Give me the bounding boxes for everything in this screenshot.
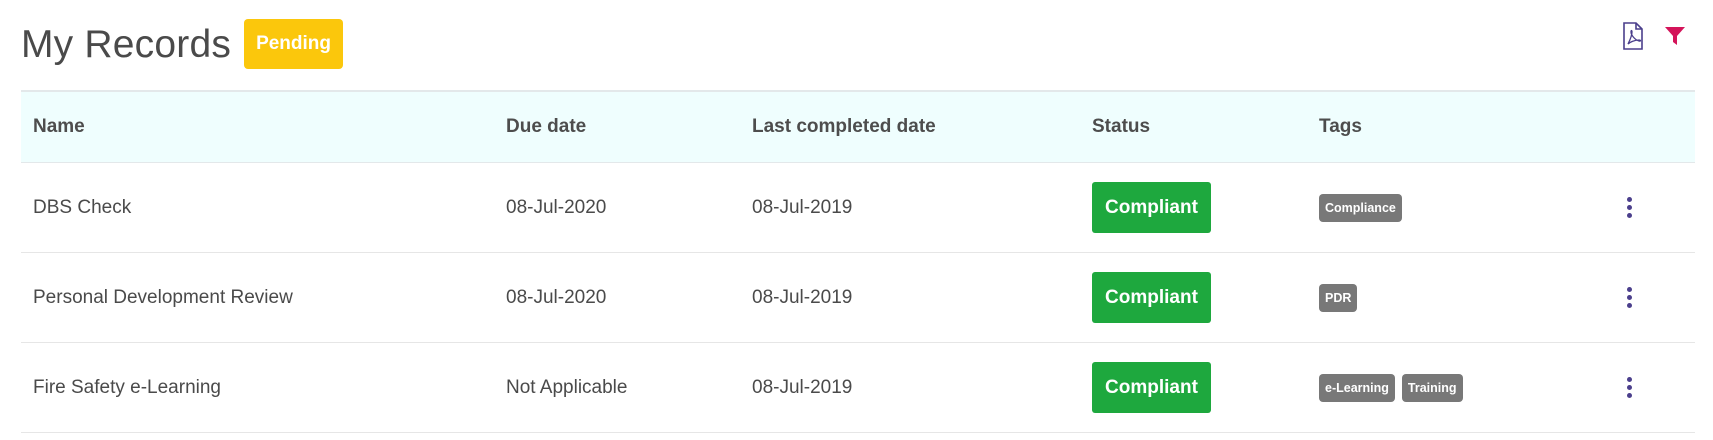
- tag-badge: e-Learning: [1319, 373, 1395, 402]
- status-badge: Compliant: [1092, 182, 1211, 233]
- tag-badge: Training: [1401, 373, 1463, 402]
- tag-badge: PDR: [1319, 283, 1358, 312]
- tags-cell: e-Learning Training: [1319, 343, 1470, 432]
- pdf-export-button[interactable]: [1620, 21, 1646, 51]
- status-cell: Compliant: [1092, 253, 1211, 342]
- page-title: My Records: [21, 22, 232, 66]
- column-header-name[interactable]: Name: [33, 92, 85, 162]
- pending-badge[interactable]: Pending: [244, 19, 344, 69]
- tags-cell: Compliance: [1319, 163, 1409, 252]
- last-completed-date: 08-Jul-2019: [752, 376, 853, 398]
- column-header-tags[interactable]: Tags: [1319, 92, 1362, 162]
- due-date: 08-Jul-2020: [506, 196, 607, 218]
- last-completed-date: 08-Jul-2019: [752, 196, 853, 218]
- more-options-icon[interactable]: [1619, 283, 1639, 313]
- records-table: Name Due date Last completed date Status…: [21, 90, 1695, 433]
- more-options-icon[interactable]: [1619, 373, 1639, 403]
- column-header-last-completed[interactable]: Last completed date: [752, 92, 936, 162]
- column-header-due-date[interactable]: Due date: [506, 92, 586, 162]
- status-badge: Compliant: [1092, 362, 1211, 413]
- record-name[interactable]: Fire Safety e-Learning: [33, 343, 221, 432]
- pdf-file-icon: [1623, 22, 1643, 50]
- status-cell: Compliant: [1092, 163, 1211, 252]
- record-name[interactable]: DBS Check: [33, 163, 131, 252]
- table-row[interactable]: Fire Safety e-Learning Not Applicable 08…: [21, 343, 1695, 433]
- due-date: Not Applicable: [506, 376, 628, 398]
- filter-button[interactable]: [1662, 21, 1688, 51]
- table-header: Name Due date Last completed date Status…: [21, 90, 1695, 163]
- column-header-status[interactable]: Status: [1092, 92, 1150, 162]
- tag-badge: Compliance: [1319, 193, 1402, 222]
- status-cell: Compliant: [1092, 343, 1211, 432]
- filter-icon: [1665, 27, 1685, 45]
- row-menu-cell: [1619, 343, 1639, 432]
- last-completed-date: 08-Jul-2019: [752, 286, 853, 308]
- table-row[interactable]: Personal Development Review 08-Jul-2020 …: [21, 253, 1695, 343]
- record-name[interactable]: Personal Development Review: [33, 253, 293, 342]
- row-menu-cell: [1619, 253, 1639, 342]
- table-row[interactable]: DBS Check 08-Jul-2020 08-Jul-2019 Compli…: [21, 163, 1695, 253]
- due-date: 08-Jul-2020: [506, 286, 607, 308]
- status-badge: Compliant: [1092, 272, 1211, 323]
- tags-cell: PDR: [1319, 253, 1364, 342]
- more-options-icon[interactable]: [1619, 193, 1639, 223]
- row-menu-cell: [1619, 163, 1639, 252]
- page-header: My Records Pending: [21, 14, 344, 74]
